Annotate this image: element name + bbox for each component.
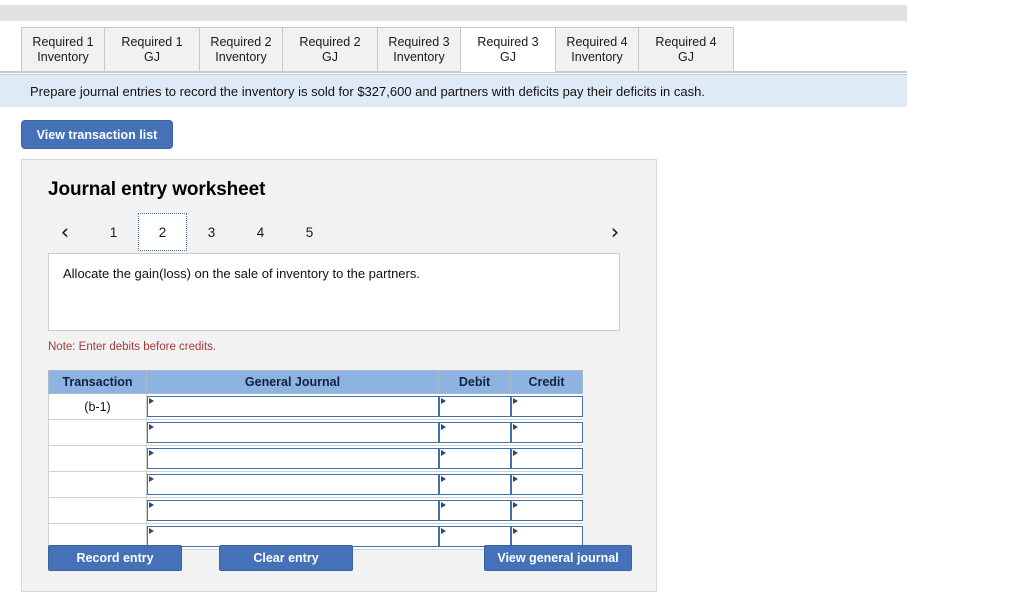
tab-required-3-gj[interactable]: Required 3 GJ xyxy=(460,27,556,72)
cell-credit-host xyxy=(510,419,583,446)
cell-transaction: (b-1) xyxy=(48,393,147,420)
pager-page-4[interactable]: 4 xyxy=(236,213,285,251)
pager-page-3[interactable]: 3 xyxy=(187,213,236,251)
pager-number-list: 12345 xyxy=(89,213,334,251)
column-header-general-journal: General Journal xyxy=(146,370,439,394)
column-header-debit: Debit xyxy=(438,370,511,394)
input-credit[interactable] xyxy=(510,396,583,417)
journal-table-body: (b-1) xyxy=(48,393,583,550)
page-title: Journal entry worksheet xyxy=(48,179,266,200)
cell-general-journal-host xyxy=(146,497,439,524)
input-credit[interactable] xyxy=(510,500,583,521)
tab-required-2-inventory[interactable]: Required 2 Inventory xyxy=(199,27,283,72)
cell-general-journal-host xyxy=(146,419,439,446)
journal-entry-table: Transaction General Journal Debit Credit… xyxy=(48,370,583,550)
cell-debit-host xyxy=(438,393,511,420)
input-debit[interactable] xyxy=(438,448,511,469)
pager-next-icon[interactable]: › xyxy=(598,215,632,249)
pager-prev-icon[interactable]: ‹ xyxy=(48,215,82,249)
pager-page-2[interactable]: 2 xyxy=(138,213,187,251)
cell-credit-host xyxy=(510,393,583,420)
input-credit[interactable] xyxy=(510,422,583,443)
table-row xyxy=(48,445,583,472)
top-gray-bar xyxy=(0,5,907,21)
input-general-journal[interactable] xyxy=(147,396,439,417)
tab-strip: Required 1 Inventory Required 1 GJ Require… xyxy=(0,27,907,73)
worksheet-prompt-box: Allocate the gain(loss) on the sale of i… xyxy=(48,253,620,331)
cell-debit-host xyxy=(438,497,511,524)
instruction-text: Prepare journal entries to record the in… xyxy=(30,83,705,99)
table-row: (b-1) xyxy=(48,393,583,420)
input-debit[interactable] xyxy=(438,396,511,417)
journal-table-head: Transaction General Journal Debit Credit xyxy=(48,370,583,394)
cell-debit-host xyxy=(438,419,511,446)
cell-transaction xyxy=(48,419,147,446)
cell-transaction xyxy=(48,445,147,472)
tab-required-1-gj[interactable]: Required 1 GJ xyxy=(104,27,200,72)
tab-strip-left-spacer xyxy=(0,27,21,72)
cell-debit-host xyxy=(438,471,511,498)
tab-required-1-inventory[interactable]: Required 1 Inventory xyxy=(21,27,105,72)
pager-page-5[interactable]: 5 xyxy=(285,213,334,251)
worksheet-prompt-text: Allocate the gain(loss) on the sale of i… xyxy=(63,266,420,281)
cell-debit-host xyxy=(438,445,511,472)
instruction-bar: Prepare journal entries to record the in… xyxy=(0,74,907,107)
column-header-transaction: Transaction xyxy=(48,370,147,394)
input-debit[interactable] xyxy=(438,474,511,495)
cell-general-journal-host xyxy=(146,445,439,472)
pager-page-1[interactable]: 1 xyxy=(89,213,138,251)
view-general-journal-button[interactable]: View general journal xyxy=(484,545,632,571)
clear-entry-button[interactable]: Clear entry xyxy=(219,545,353,571)
table-row xyxy=(48,497,583,524)
tab-required-3-inventory[interactable]: Required 3 Inventory xyxy=(377,27,461,72)
input-general-journal[interactable] xyxy=(147,526,439,547)
input-debit[interactable] xyxy=(438,422,511,443)
record-entry-button[interactable]: Record entry xyxy=(48,545,182,571)
table-row xyxy=(48,419,583,446)
cell-credit-host xyxy=(510,497,583,524)
tab-required-2-gj[interactable]: Required 2 GJ xyxy=(282,27,378,72)
cell-transaction xyxy=(48,471,147,498)
journal-table-header-row: Transaction General Journal Debit Credit xyxy=(48,370,583,394)
table-row xyxy=(48,471,583,498)
input-general-journal[interactable] xyxy=(147,500,439,521)
input-debit[interactable] xyxy=(438,526,511,547)
input-credit[interactable] xyxy=(510,526,583,547)
input-debit[interactable] xyxy=(438,500,511,521)
cell-general-journal-host xyxy=(146,471,439,498)
page-root: Required 1 Inventory Required 1 GJ Require… xyxy=(0,0,1024,596)
input-general-journal[interactable] xyxy=(147,448,439,469)
input-general-journal[interactable] xyxy=(147,422,439,443)
input-general-journal[interactable] xyxy=(147,474,439,495)
cell-transaction xyxy=(48,497,147,524)
view-transaction-list-button[interactable]: View transaction list xyxy=(21,120,173,149)
worksheet-pager: ‹ 12345 › xyxy=(48,212,632,252)
tab-required-4-gj[interactable]: Required 4 GJ xyxy=(638,27,734,72)
input-credit[interactable] xyxy=(510,448,583,469)
input-credit[interactable] xyxy=(510,474,583,495)
journal-entry-worksheet-panel: Journal entry worksheet ‹ 12345 › Alloca… xyxy=(21,159,657,592)
tab-required-4-inventory[interactable]: Required 4 Inventory xyxy=(555,27,639,72)
cell-credit-host xyxy=(510,471,583,498)
cell-general-journal-host xyxy=(146,393,439,420)
column-header-credit: Credit xyxy=(510,370,583,394)
debits-before-credits-note: Note: Enter debits before credits. xyxy=(48,341,217,353)
cell-credit-host xyxy=(510,445,583,472)
tab-strip-fill xyxy=(733,27,907,72)
